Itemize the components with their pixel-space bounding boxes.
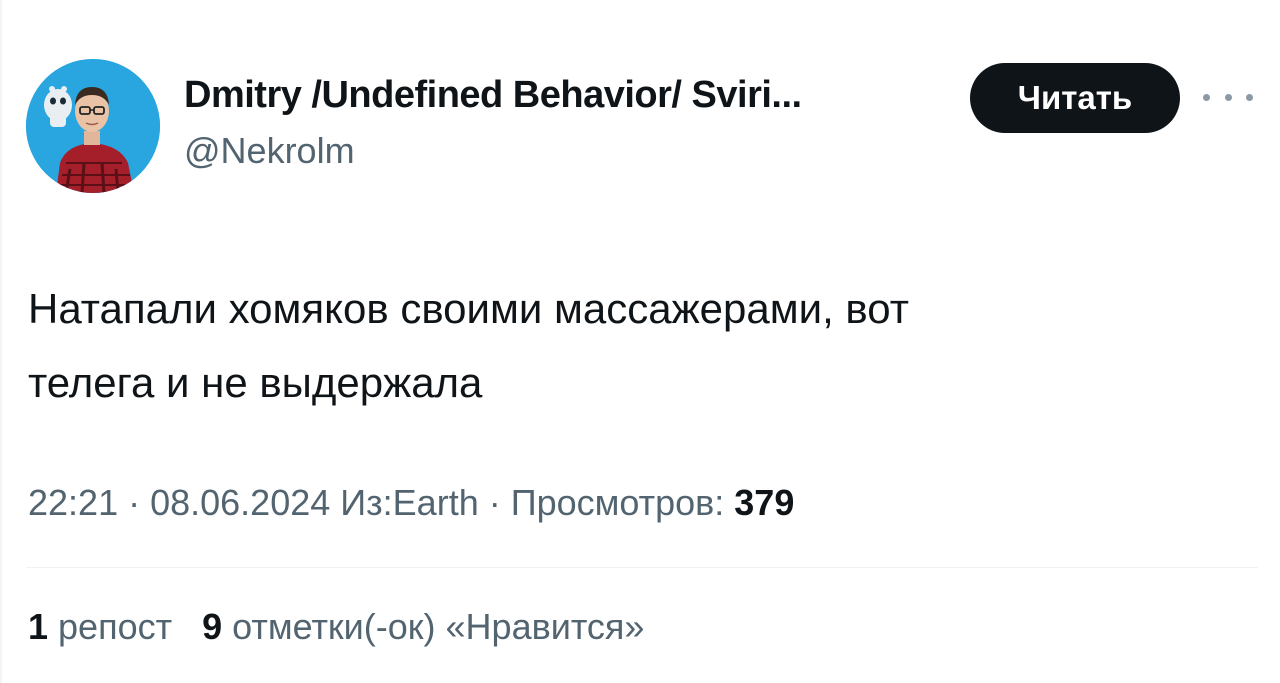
meta-separator: · — [478, 482, 511, 523]
tweet-meta: 22:21 · 08.06.2024 Из:Earth · Просмотров… — [28, 482, 794, 524]
tweet-text-line: Натапали хомяков своими массажерами, вот — [28, 285, 909, 332]
author-display-name[interactable]: Dmitry /Undefined Behavior/ Sviri... — [184, 74, 802, 117]
more-dot — [1203, 93, 1210, 101]
tweet-source: Из:Earth — [330, 482, 479, 523]
divider — [26, 567, 1258, 568]
tweet-time[interactable]: 22:21 — [28, 482, 118, 523]
views-count: 379 — [734, 482, 795, 523]
meta-separator: · — [118, 482, 151, 523]
tweet-text-line: телега и не выдержала — [28, 359, 483, 406]
more-dot — [1224, 93, 1232, 101]
more-horizontal-icon[interactable] — [1203, 84, 1253, 110]
avatar[interactable] — [26, 59, 160, 193]
author-handle[interactable]: @Nekrolm — [184, 130, 355, 172]
likes-stat[interactable]: 9 отметки(-ок) «Нравится» — [202, 606, 644, 647]
more-dot — [1246, 93, 1253, 101]
avatar-image — [26, 59, 160, 193]
follow-button[interactable]: Читать — [970, 63, 1180, 133]
tweet-text: Натапали хомяков своими массажерами, вот… — [28, 272, 1228, 420]
tweet-date[interactable]: 08.06.2024 — [150, 482, 330, 523]
views-label: Просмотров: — [510, 482, 735, 523]
engagement-stats: 1 репост 9 отметки(-ок) «Нравится» — [28, 606, 644, 648]
tweet-card: Dmitry /Undefined Behavior/ Sviri... @Ne… — [0, 0, 1280, 683]
reposts-count: 1 — [28, 606, 49, 647]
left-border — [0, 0, 2, 683]
reposts-stat[interactable]: 1 репост — [28, 606, 172, 647]
likes-count: 9 — [202, 606, 223, 647]
likes-label: отметки(-ок) «Нравится» — [222, 606, 645, 647]
reposts-label: репост — [48, 606, 173, 647]
